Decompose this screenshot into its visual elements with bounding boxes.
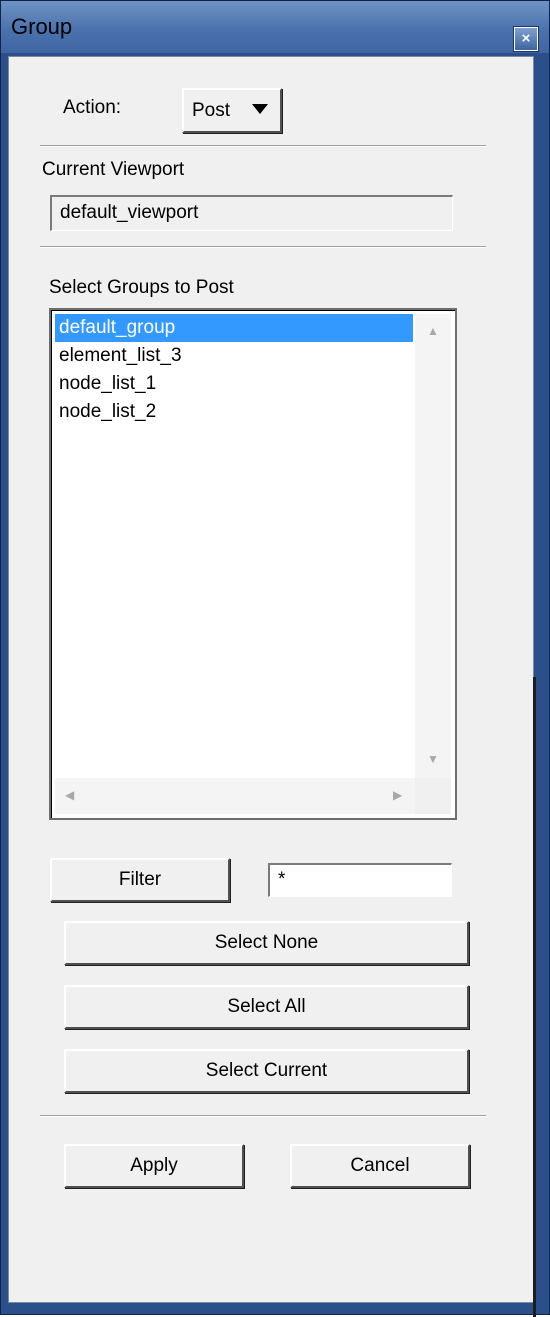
vertical-scrollbar[interactable]: ▲ ▼ — [415, 314, 451, 778]
list-item[interactable]: element_list_3 — [55, 342, 413, 370]
apply-label: Apply — [130, 1155, 178, 1176]
horizontal-scrollbar[interactable]: ◀ ▶ — [55, 778, 415, 814]
cancel-button[interactable]: Cancel — [290, 1144, 470, 1188]
select-none-button[interactable]: Select None — [64, 921, 469, 965]
scroll-down-icon[interactable]: ▼ — [427, 752, 439, 766]
select-all-label: Select All — [227, 996, 306, 1017]
close-icon: × — [521, 30, 531, 47]
close-button[interactable]: × — [513, 26, 539, 52]
viewport-label: Current Viewport — [42, 159, 185, 180]
panel-edge — [533, 677, 536, 1317]
dialog-body: Action: Post Current Viewport default_vi… — [8, 56, 536, 1317]
action-dropdown[interactable]: Post — [182, 88, 282, 133]
window-title: Group — [11, 14, 73, 39]
select-current-button[interactable]: Select Current — [64, 1049, 469, 1093]
list-item[interactable]: default_group — [55, 314, 413, 342]
scroll-corner — [415, 778, 451, 814]
action-label: Action: — [63, 97, 122, 118]
select-current-label: Select Current — [205, 1060, 328, 1081]
separator — [40, 246, 486, 248]
select-all-button[interactable]: Select All — [64, 985, 469, 1029]
scroll-right-icon[interactable]: ▶ — [393, 788, 402, 802]
viewport-field: default_viewport — [50, 195, 453, 231]
groups-label: Select Groups to Post — [49, 277, 234, 298]
triangle-down-icon — [252, 104, 268, 114]
separator — [40, 145, 486, 147]
cancel-label: Cancel — [350, 1155, 410, 1176]
filter-button[interactable]: Filter — [50, 858, 230, 902]
scroll-up-icon[interactable]: ▲ — [427, 324, 439, 338]
viewport-value: default_viewport — [60, 202, 199, 223]
list-item[interactable]: node_list_1 — [55, 370, 413, 398]
list-item[interactable]: node_list_2 — [55, 398, 413, 426]
filter-button-label: Filter — [118, 869, 162, 890]
scroll-left-icon[interactable]: ◀ — [65, 788, 74, 802]
title-bar[interactable]: Group × — [1, 1, 549, 53]
filter-input[interactable]: * — [268, 863, 452, 897]
action-selected-value: Post — [192, 100, 231, 121]
separator — [40, 1115, 486, 1117]
group-dialog: Group × Action: Post Current Viewport de… — [0, 0, 550, 1317]
select-none-label: Select None — [214, 932, 319, 953]
apply-button[interactable]: Apply — [64, 1144, 244, 1188]
groups-listbox[interactable]: default_group element_list_3 node_list_1… — [49, 308, 457, 820]
filter-value: * — [278, 869, 286, 890]
